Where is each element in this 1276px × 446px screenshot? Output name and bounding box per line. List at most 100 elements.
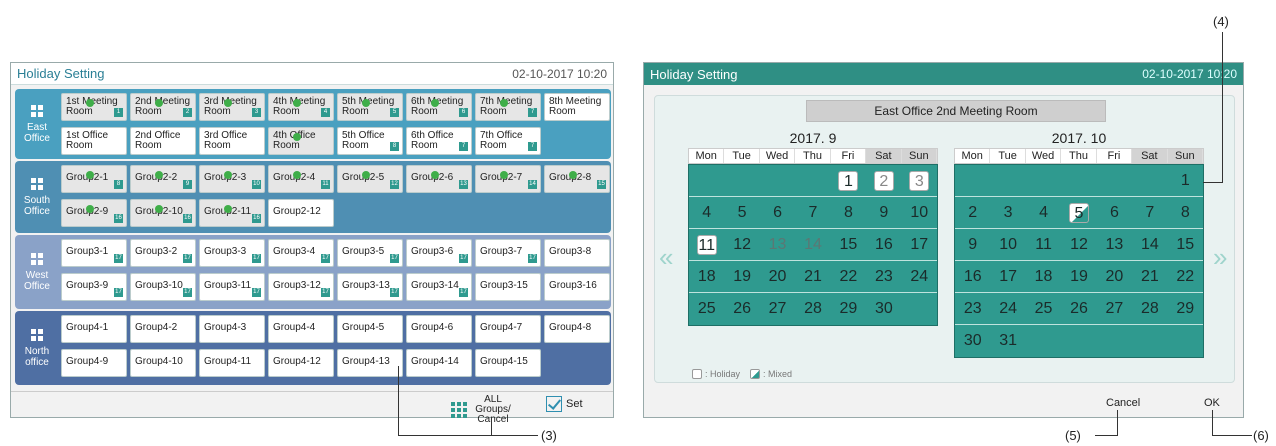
group-tile[interactable]: Group2-714 (475, 165, 541, 193)
group-tile[interactable]: Group2-310 (199, 165, 265, 193)
prev-month-arrow-icon[interactable]: « (659, 242, 673, 273)
calendar-day[interactable]: 30 (866, 293, 901, 325)
group-tile[interactable]: Group4-6 (406, 315, 472, 343)
group-tile[interactable]: Group2-29 (130, 165, 196, 193)
group-tile[interactable]: Group4-13 (337, 349, 403, 377)
set-button[interactable]: Set (546, 396, 583, 412)
calendar-day[interactable]: 16 (866, 229, 901, 262)
group-tile[interactable]: 4th Meeting Room 4 (268, 93, 334, 121)
group-tile[interactable]: Group4-9 (61, 349, 127, 377)
group-tile[interactable]: Group3-10 17 (130, 273, 196, 301)
calendar-day[interactable]: 27 (760, 293, 795, 325)
group-tile[interactable]: 6th Meeting Room 6 (406, 93, 472, 121)
calendar-day[interactable]: 22 (1168, 261, 1203, 293)
group-tile[interactable]: 6th Office Room 7 (406, 127, 472, 155)
group-tile[interactable]: Group4-14 (406, 349, 472, 377)
calendar-day[interactable]: 13 (760, 229, 795, 262)
group-tile[interactable]: 3rd Office Room (199, 127, 265, 155)
calendar-day[interactable]: 18 (1026, 261, 1061, 293)
calendar-day[interactable]: 11 (689, 229, 724, 262)
calendar-day[interactable]: 8 (831, 197, 866, 229)
calendar-day[interactable]: 9 (866, 197, 901, 229)
calendar-day[interactable]: 29 (831, 293, 866, 325)
calendar-day[interactable]: 23 (955, 293, 990, 325)
group-tile[interactable]: Group2-613 (406, 165, 472, 193)
group-tile[interactable]: 7th Office Room 7 (475, 127, 541, 155)
calendar-day[interactable]: 1 (1168, 165, 1203, 197)
calendar-day[interactable]: 1 (831, 165, 866, 198)
calendar-day[interactable]: 3 (902, 165, 937, 198)
calendar-day[interactable]: 19 (1061, 261, 1096, 293)
calendar-day[interactable]: 20 (760, 261, 795, 293)
calendar-day[interactable]: 24 (990, 293, 1025, 325)
calendar-day[interactable]: 5 (724, 197, 759, 229)
group-tile[interactable]: Group4-4 (268, 315, 334, 343)
calendar-day[interactable]: 23 (866, 261, 901, 293)
group-tile[interactable]: Group4-1 (61, 315, 127, 343)
group-tile[interactable]: Group4-5 (337, 315, 403, 343)
group-tile[interactable]: Group2-1016 (130, 199, 196, 227)
group-tile[interactable]: 4th Office Room (268, 127, 334, 155)
calendar-day[interactable]: 8 (1168, 197, 1203, 230)
group-tile[interactable]: 3rd Meeting Room 3 (199, 93, 265, 121)
all-groups-cancel-button[interactable]: ALL Groups/ Cancel (451, 395, 514, 425)
calendar-day[interactable]: 17 (902, 229, 937, 262)
calendar-day[interactable]: 4 (689, 197, 724, 229)
group-tile[interactable]: Group3-16 (544, 273, 610, 301)
calendar-day[interactable]: 7 (1132, 197, 1167, 230)
group-tile[interactable]: 7th Meeting Room 7 (475, 93, 541, 121)
calendar-day[interactable]: 21 (1132, 261, 1167, 293)
calendar-day[interactable]: 30 (955, 325, 990, 357)
group-tile[interactable]: Group3-3 17 (199, 239, 265, 267)
calendar-day[interactable]: 13 (1097, 229, 1132, 261)
group-tile[interactable]: Group4-7 (475, 315, 541, 343)
calendar-day[interactable]: 2 (866, 165, 901, 198)
calendar-day[interactable]: 27 (1097, 293, 1132, 325)
office-select-button[interactable]: East Office (15, 89, 59, 159)
calendar-day[interactable]: 20 (1097, 261, 1132, 293)
cancel-button[interactable]: Cancel (1106, 397, 1140, 409)
calendar-day[interactable]: 26 (1061, 293, 1096, 325)
calendar-day[interactable]: 21 (795, 261, 830, 293)
group-tile[interactable]: 8th Meeting Room (544, 93, 610, 121)
calendar-day[interactable]: 29 (1168, 293, 1203, 325)
calendar-day[interactable]: 10 (990, 229, 1025, 261)
calendar-day[interactable]: 17 (990, 261, 1025, 293)
calendar-day[interactable]: 19 (724, 261, 759, 293)
office-select-button[interactable]: West Office (15, 235, 59, 309)
next-month-arrow-icon[interactable]: » (1213, 242, 1227, 273)
group-tile[interactable]: Group2-815 (544, 165, 610, 193)
calendar-day[interactable]: 28 (795, 293, 830, 325)
calendar-day[interactable]: 11 (1026, 229, 1061, 261)
group-tile[interactable]: 1st Office Room (61, 127, 127, 155)
calendar-day[interactable]: 6 (1097, 197, 1132, 230)
group-tile[interactable]: Group4-10 (130, 349, 196, 377)
group-tile[interactable]: Group3-4 17 (268, 239, 334, 267)
group-tile[interactable]: 5th Meeting Room 5 (337, 93, 403, 121)
group-tile[interactable]: Group3-8 (544, 239, 610, 267)
calendar-day[interactable]: 16 (955, 261, 990, 293)
calendar-day[interactable]: 10 (902, 197, 937, 229)
group-tile[interactable]: 5th Office Room 8 (337, 127, 403, 155)
calendar-day[interactable]: 9 (955, 229, 990, 261)
group-tile[interactable]: Group4-8 (544, 315, 610, 343)
group-tile[interactable]: Group2-512 (337, 165, 403, 193)
calendar-day[interactable]: 31 (990, 325, 1025, 357)
group-tile[interactable]: Group4-2 (130, 315, 196, 343)
calendar-day[interactable]: 3 (990, 197, 1025, 230)
group-tile[interactable]: Group3-9 17 (61, 273, 127, 301)
group-tile[interactable]: Group3-6 17 (406, 239, 472, 267)
calendar-day[interactable]: 2 (955, 197, 990, 230)
calendar-day[interactable]: 18 (689, 261, 724, 293)
calendar-day[interactable]: 14 (1132, 229, 1167, 261)
group-tile[interactable]: 2nd Meeting Room 2 (130, 93, 196, 121)
group-tile[interactable]: Group2-916 (61, 199, 127, 227)
group-tile[interactable]: Group4-15 (475, 349, 541, 377)
group-tile[interactable]: Group2-411 (268, 165, 334, 193)
calendar-day[interactable]: 12 (724, 229, 759, 262)
calendar-day[interactable]: 15 (831, 229, 866, 262)
calendar-day[interactable]: 25 (689, 293, 724, 325)
office-select-button[interactable]: South Office (15, 161, 59, 233)
calendar-day[interactable]: 15 (1168, 229, 1203, 261)
calendar-day[interactable]: 22 (831, 261, 866, 293)
